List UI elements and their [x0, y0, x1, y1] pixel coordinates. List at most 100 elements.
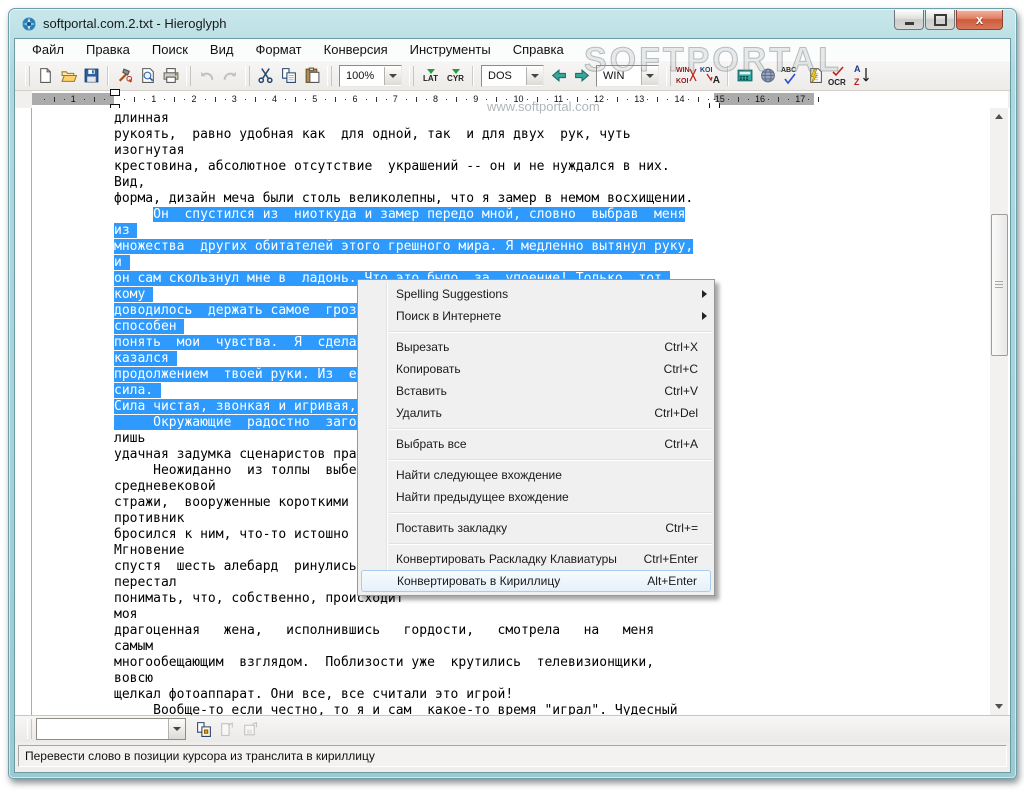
tools-button[interactable] — [113, 65, 136, 87]
paste-button[interactable] — [300, 65, 323, 87]
status-text: Перевести слово в позиции курсора из тра… — [25, 749, 375, 763]
globe-button[interactable] — [756, 65, 779, 87]
context-menu-item-2[interactable]: Поиск в Интернете — [358, 305, 714, 327]
ruler[interactable]: 1 1 2 3 4 5 6 7 8 9 10 11 12 13 14 15 16 17 — [32, 89, 1008, 111]
close-icon: x — [975, 12, 984, 27]
toolbar-grip[interactable] — [25, 65, 30, 86]
menubar-item-6[interactable]: Конверсия — [313, 40, 399, 59]
context-menu-item-14[interactable]: Поставить закладку Ctrl+= — [358, 517, 714, 539]
target-encoding-combobox[interactable]: WIN — [596, 64, 659, 87]
context-menu-item-11[interactable]: Найти следующее вхождение — [358, 464, 714, 486]
context-menu-item-17[interactable]: Конвертировать в Кириллицу Alt+Enter — [361, 570, 711, 592]
autocorrect-button[interactable] — [803, 65, 826, 87]
toolbar-separator — [472, 65, 474, 86]
convert-to-cyr-button[interactable]: CYR — [443, 65, 468, 87]
vertical-scrollbar[interactable] — [990, 108, 1008, 715]
context-menu-item-9[interactable]: Выбрать все Ctrl+A — [358, 433, 714, 455]
ruler-number: 15 — [714, 94, 725, 104]
convert-to-lat-button[interactable]: LAT — [418, 65, 443, 87]
convert-forward-button[interactable] — [570, 65, 593, 87]
ruler-number: 1 — [151, 94, 157, 104]
ruler-tick — [134, 97, 136, 102]
minimize-button[interactable] — [894, 10, 924, 30]
ruler-number: 9 — [473, 94, 479, 104]
scrollbar-thumb[interactable] — [991, 214, 1008, 356]
globe-icon — [760, 68, 775, 83]
open-file-button[interactable] — [57, 65, 80, 87]
source-encoding-value: DOS — [488, 69, 512, 82]
menubar-item-5[interactable]: Формат — [244, 40, 312, 59]
menubar-item-3[interactable]: Поиск — [141, 40, 199, 59]
print-button[interactable] — [159, 65, 182, 87]
new-document-button[interactable] — [34, 65, 57, 87]
save-page-button[interactable] — [238, 718, 261, 740]
scrollbar-grip-icon — [995, 281, 1003, 289]
koi-a-convert-button[interactable]: KOI A — [699, 65, 723, 87]
cut-button[interactable] — [254, 65, 277, 87]
win-koi-convert-button[interactable]: WIN KOI — [675, 65, 699, 87]
toolbar-grip[interactable] — [186, 65, 191, 86]
menubar-item-7[interactable]: Инструменты — [399, 40, 502, 59]
redo-button[interactable] — [218, 65, 241, 87]
ruler-dot — [707, 99, 709, 100]
save-button[interactable] — [80, 65, 103, 87]
ruler-tick — [536, 97, 538, 102]
close-button[interactable]: x — [956, 10, 1003, 30]
redo-icon — [223, 71, 236, 80]
ruler-tick — [93, 97, 95, 102]
menubar-item-2[interactable]: Правка — [75, 40, 141, 59]
editor-line: Вообще-то если честно, то я и сам какое-… — [114, 703, 678, 715]
context-menu-item-7[interactable]: Удалить Ctrl+Del — [358, 402, 714, 424]
dictionary-dropdown-button[interactable] — [168, 719, 185, 739]
toolbar-grip[interactable] — [409, 65, 414, 86]
title-bar[interactable]: softportal.com.2.txt - Hieroglyph x — [9, 9, 1016, 38]
toolbar-grip[interactable] — [666, 65, 671, 86]
ruler-dot — [385, 99, 387, 100]
dictionary-value — [37, 719, 168, 739]
context-menu-item-5[interactable]: Копировать Ctrl+C — [358, 358, 714, 380]
undo-button[interactable] — [195, 65, 218, 87]
copy-pages-button[interactable] — [192, 718, 215, 740]
calculator-button[interactable] — [733, 65, 756, 87]
context-menu-item-4[interactable]: Вырезать Ctrl+X — [358, 336, 714, 358]
page-forward-button[interactable] — [215, 718, 238, 740]
paste-icon — [305, 67, 319, 83]
dictionary-combobox[interactable] — [36, 718, 186, 740]
toolbar-grip[interactable] — [245, 65, 250, 86]
print-preview-button[interactable] — [136, 65, 159, 87]
context-menu-item-6[interactable]: Вставить Ctrl+V — [358, 380, 714, 402]
ruler-dot — [325, 99, 327, 100]
menubar-item-1[interactable]: Файл — [21, 40, 75, 59]
copy-button[interactable] — [277, 65, 300, 87]
context-menu-shortcut: Alt+Enter — [647, 574, 697, 588]
context-menu-item-12[interactable]: Найти предыдущее вхождение — [358, 486, 714, 508]
context-menu-item-1[interactable]: Spelling Suggestions — [358, 283, 714, 305]
menubar-item-4[interactable]: Вид — [199, 40, 245, 59]
ocr-button[interactable]: OCR — [826, 65, 850, 87]
scroll-up-icon — [995, 114, 1003, 119]
context-menu-separator — [358, 539, 714, 548]
source-encoding-dropdown-button[interactable] — [526, 66, 543, 85]
spellcheck-button[interactable]: ABC — [779, 65, 803, 87]
scroll-down-button[interactable] — [990, 698, 1008, 715]
first-line-indent-marker[interactable] — [110, 89, 120, 96]
sort-button[interactable]: A Z — [850, 64, 874, 87]
app-window: softportal.com.2.txt - Hieroglyph x Файл… — [8, 8, 1017, 779]
convert-back-button[interactable] — [547, 65, 570, 87]
context-menu-item-16[interactable]: Конвертировать Раскладку Клавиатуры Ctrl+… — [358, 548, 714, 570]
zoom-dropdown-button[interactable] — [384, 66, 401, 85]
zoom-combobox[interactable]: 100% — [339, 64, 402, 87]
editor-line: многообещающим взглядом. Поблизости уже … — [114, 655, 655, 670]
context-menu-item-label: Удалить — [396, 406, 442, 420]
print-icon — [163, 68, 178, 83]
print-preview-icon — [141, 68, 154, 83]
target-encoding-dropdown-button[interactable] — [641, 66, 658, 85]
maximize-button[interactable] — [925, 10, 955, 30]
scroll-up-button[interactable] — [990, 108, 1008, 125]
ruler-dot — [305, 99, 307, 100]
toolbar-grip[interactable] — [27, 719, 32, 739]
editor-line: изогнутая — [114, 143, 185, 158]
menubar-item-8[interactable]: Справка — [502, 40, 575, 59]
source-encoding-combobox[interactable]: DOS — [481, 64, 544, 87]
toolbar-grip[interactable] — [327, 65, 332, 86]
